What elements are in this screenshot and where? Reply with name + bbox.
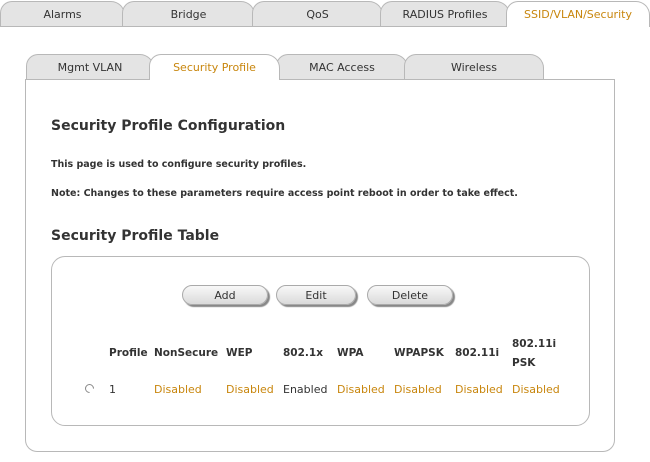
top-tab-bar: Alarms Bridge QoS RADIUS Profiles SSID/V… — [0, 0, 650, 28]
tab-alarms[interactable]: Alarms — [0, 1, 125, 27]
header-80211i-psk-line1: 802.11i — [512, 338, 557, 350]
cell-8021x: Enabled — [283, 383, 328, 396]
top-tab-divider — [0, 26, 506, 27]
cell-wpapsk: Disabled — [394, 383, 442, 396]
tab-radius-profiles[interactable]: RADIUS Profiles — [380, 1, 510, 27]
page-title: Security Profile Configuration — [51, 118, 286, 134]
header-8021x: 802.1x — [283, 347, 323, 359]
tab-mac-access[interactable]: MAC Access — [276, 54, 408, 80]
cell-80211i: Disabled — [455, 383, 503, 396]
header-wep: WEP — [226, 347, 253, 359]
cell-wpa: Disabled — [337, 383, 385, 396]
tab-wireless[interactable]: Wireless — [404, 54, 544, 80]
header-profile: Profile — [109, 347, 148, 359]
delete-button[interactable]: Delete — [367, 285, 453, 305]
header-80211i: 802.11i — [455, 347, 500, 359]
header-nonsecure: NonSecure — [154, 347, 219, 359]
cell-profile: 1 — [109, 383, 116, 396]
header-80211i-psk-line2: PSK — [512, 357, 536, 369]
page-description: This page is used to configure security … — [51, 159, 307, 170]
header-wpapsk: WPAPSK — [394, 347, 444, 359]
security-profile-table-box — [51, 256, 590, 426]
add-button[interactable]: Add — [182, 285, 268, 305]
edit-button[interactable]: Edit — [276, 285, 356, 305]
cell-wep: Disabled — [226, 383, 274, 396]
tab-security-profile[interactable]: Security Profile — [149, 54, 280, 80]
tab-qos[interactable]: QoS — [252, 1, 383, 27]
tab-mgmt-vlan[interactable]: Mgmt VLAN — [26, 54, 154, 80]
tab-bridge[interactable]: Bridge — [122, 1, 255, 27]
cell-80211i-psk: Disabled — [512, 383, 560, 396]
header-wpa: WPA — [337, 347, 364, 359]
table-title: Security Profile Table — [51, 228, 220, 244]
reboot-note: Note: Changes to these parameters requir… — [51, 188, 518, 199]
cell-nonsecure: Disabled — [154, 383, 202, 396]
tab-ssid-vlan-security[interactable]: SSID/VLAN/Security — [506, 1, 650, 27]
